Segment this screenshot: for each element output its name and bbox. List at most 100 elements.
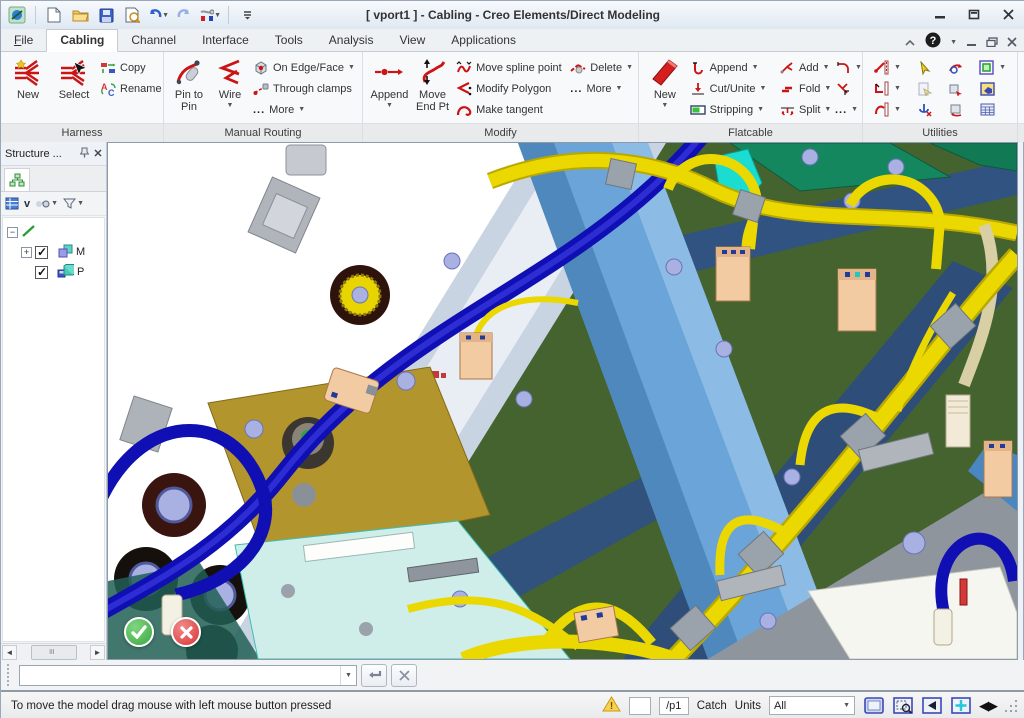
filter-button[interactable]: ▼ (63, 198, 84, 209)
undo-dropdown-caret-icon[interactable]: ▼ (162, 12, 169, 19)
make-tangent-button[interactable]: Make tangent (453, 99, 567, 120)
tab-file[interactable]: File (1, 30, 46, 51)
find-button[interactable]: ▼ (35, 198, 58, 209)
print-preview-button[interactable] (121, 5, 143, 25)
cable-route-dropdown-caret-icon[interactable]: ▼ (214, 12, 221, 19)
rename-button[interactable]: AC Rename (97, 78, 161, 99)
open-folder-button[interactable] (69, 5, 91, 25)
expand-expander[interactable]: + (21, 247, 32, 258)
command-combobox[interactable]: ▼ (19, 665, 357, 686)
route-corner-button[interactable]: ▼ (871, 78, 914, 99)
save-button[interactable] (95, 5, 117, 25)
delete-button[interactable]: Delete ▼ (567, 57, 636, 78)
scroll-track[interactable] (17, 645, 90, 660)
pin-icon[interactable] (80, 147, 89, 161)
update-cables-button[interactable] (945, 57, 976, 78)
cancel-button[interactable] (171, 617, 201, 647)
previous-view-button[interactable] (921, 696, 942, 715)
flatcable-branch-button[interactable] (832, 78, 860, 99)
visibility-checkbox[interactable] (35, 266, 48, 279)
window-restore-button[interactable] (963, 5, 985, 23)
tree-root-row[interactable]: − (7, 222, 104, 242)
tab-cabling[interactable]: Cabling (46, 29, 118, 52)
list-view-button[interactable] (5, 197, 19, 210)
pan-view-button[interactable] (950, 696, 971, 715)
position-box[interactable]: /p1 (659, 697, 689, 715)
tab-channel[interactable]: Channel (118, 30, 189, 51)
new-document-button[interactable] (43, 5, 65, 25)
tab-view[interactable]: View (386, 30, 438, 51)
coordinate-box[interactable] (629, 697, 651, 715)
flip-view-button[interactable]: ◀▶ (979, 698, 997, 714)
flatcable-corner-button[interactable]: ▼ (832, 57, 860, 78)
route-curve-button[interactable]: ▼ (871, 99, 914, 120)
confirm-button[interactable] (124, 617, 154, 647)
flatcable-more-button[interactable]: ... ▼ (832, 99, 860, 120)
command-dropdown-caret-icon[interactable]: ▼ (340, 666, 356, 685)
zoom-region-button[interactable] (892, 696, 913, 715)
help-button[interactable]: ? (925, 32, 941, 53)
resize-grip[interactable] (1005, 700, 1017, 712)
flatcable-new-button[interactable]: New ▼ (643, 54, 687, 121)
doc-minimize-button[interactable] (966, 34, 977, 52)
modify-polygon-button[interactable]: Modify Polygon (453, 78, 567, 99)
undo-button[interactable]: ▼ (147, 5, 169, 25)
minimize-ribbon-chevron-icon[interactable] (904, 34, 916, 52)
highlight-frame-button[interactable]: ▼ (976, 57, 1015, 78)
through-clamps-button[interactable]: Through clamps (250, 78, 358, 99)
panel-close-icon[interactable] (94, 148, 102, 160)
cut-unite-button[interactable]: Cut/Unite ▼ (687, 78, 776, 99)
manual-routing-more-button[interactable]: ... More ▼ (250, 99, 358, 120)
pin-to-pin-button[interactable]: Pin to Pin (168, 54, 210, 121)
tab-tools[interactable]: Tools (262, 30, 316, 51)
window-close-button[interactable] (997, 5, 1019, 23)
select-filter-combobox[interactable]: All ▼ (769, 696, 855, 715)
redo-button[interactable] (173, 5, 195, 25)
catch-toggle[interactable]: Catch (697, 700, 727, 712)
tab-applications[interactable]: Applications (438, 30, 529, 51)
scroll-left-button[interactable]: ◄ (2, 645, 17, 660)
app-logo-icon[interactable] (6, 5, 28, 25)
doc-restore-button[interactable] (986, 34, 998, 52)
window-minimize-button[interactable] (929, 5, 951, 23)
viewport-vport1[interactable] (107, 142, 1018, 660)
harness-select-button[interactable]: Select (51, 54, 97, 121)
check-column-button[interactable]: v (24, 198, 30, 210)
stripping-button[interactable]: Stripping ▼ (687, 99, 776, 120)
collapse-expander[interactable]: − (7, 227, 18, 238)
doc-close-button[interactable] (1007, 34, 1017, 52)
tree-item-part[interactable]: P (7, 262, 104, 282)
pick-route-button[interactable] (914, 57, 945, 78)
split-button[interactable]: Split ▼ (776, 99, 832, 120)
move-spline-point-button[interactable]: Move spline point (453, 57, 567, 78)
copy-button[interactable]: Copy (97, 57, 161, 78)
route-report-button[interactable] (914, 78, 945, 99)
append-button[interactable]: Append ▼ (367, 54, 412, 121)
scroll-thumb[interactable] (31, 645, 77, 660)
fold-button[interactable]: Fold ▼ (776, 78, 832, 99)
command-clear-button[interactable] (391, 664, 417, 687)
help-dropdown-caret-icon[interactable]: ▼ (950, 39, 957, 46)
on-edge-face-button[interactable]: On Edge/Face ▼ (250, 57, 358, 78)
structure-tree-tab[interactable] (4, 168, 30, 191)
bundle-box-button[interactable] (976, 78, 1015, 99)
flatcable-add-button[interactable]: Add ▼ (776, 57, 832, 78)
customize-toolbar-button[interactable] (236, 5, 258, 25)
cable-route-button[interactable]: ▼ (199, 5, 221, 25)
route-anchor-button[interactable] (914, 99, 945, 120)
command-enter-button[interactable] (361, 664, 387, 687)
modify-more-button[interactable]: ... More ▼ (567, 78, 636, 99)
visibility-checkbox[interactable] (35, 246, 48, 259)
show-viewport-button[interactable] (863, 696, 884, 715)
flatcable-append-button[interactable]: Append ▼ (687, 57, 776, 78)
import-bundle-button[interactable] (945, 99, 976, 120)
route-on-edge-button[interactable]: ▼ (871, 57, 914, 78)
warning-icon[interactable]: ! (602, 696, 621, 715)
units-button[interactable]: Units (735, 700, 761, 712)
scroll-right-button[interactable]: ► (90, 645, 105, 660)
wire-button[interactable]: Wire ▼ (210, 54, 250, 121)
move-endpt-button[interactable]: Move End Pt (412, 54, 453, 121)
tree-item-model[interactable]: + M (7, 242, 104, 262)
tab-analysis[interactable]: Analysis (316, 30, 387, 51)
tab-interface[interactable]: Interface (189, 30, 262, 51)
